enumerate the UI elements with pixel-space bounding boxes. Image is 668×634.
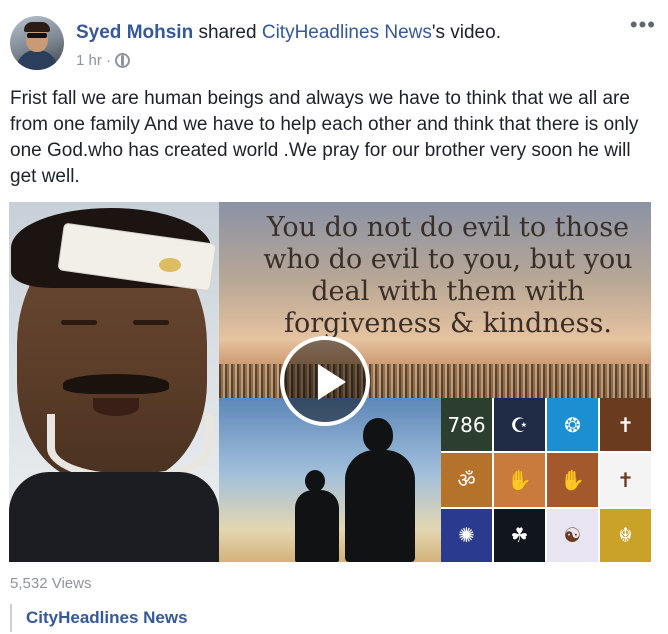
- collage-tile: ☪: [494, 398, 545, 452]
- globe-icon[interactable]: [115, 53, 131, 68]
- thumb-eye-left: [61, 320, 97, 325]
- thumb-shirt: [9, 472, 219, 562]
- view-count: 5,532 Views: [10, 575, 92, 592]
- thumb-eye-right: [133, 320, 169, 325]
- feed-post: Syed Mohsin shared CityHeadlines News's …: [0, 0, 668, 634]
- shared-suffix-text: 's video.: [431, 22, 501, 43]
- collage-tile: ✝: [600, 453, 651, 507]
- child-silhouette-body: [295, 490, 339, 562]
- more-options-icon[interactable]: •••: [630, 12, 656, 38]
- collage-tile: ☯: [547, 508, 598, 562]
- collage-tile: ✺: [441, 508, 492, 562]
- author-avatar[interactable]: [10, 16, 64, 70]
- play-triangle: [318, 364, 346, 400]
- shared-action-text: shared: [193, 22, 262, 43]
- avatar-hair: [24, 22, 50, 32]
- thumb-bandage-stain: [159, 258, 181, 272]
- praying-figures: [289, 418, 429, 562]
- religious-symbols-collage: 786 ☪ ❂ ✝ ॐ ✋ ✋ ✝ ✺ ☘ ☯ ☬: [441, 398, 651, 562]
- post-meta: 1 hr ·: [76, 52, 131, 69]
- collage-tile: ❂: [547, 398, 598, 452]
- avatar-sunglasses: [27, 33, 47, 38]
- thumb-mustache: [63, 374, 169, 394]
- collage-tile: ✝: [600, 398, 651, 452]
- author-name-link[interactable]: Syed Mohsin: [76, 22, 193, 43]
- play-icon[interactable]: [280, 336, 370, 426]
- collage-tile: ॐ: [441, 453, 492, 507]
- collage-tile: 786: [441, 398, 492, 452]
- collage-tile: ☘: [494, 508, 545, 562]
- adult-silhouette-body: [345, 450, 415, 562]
- post-text: Frist fall we are human beings and alway…: [10, 88, 639, 187]
- avatar-body: [16, 50, 58, 70]
- post-timestamp[interactable]: 1 hr ·: [76, 52, 111, 69]
- child-silhouette-head: [305, 470, 325, 492]
- collage-tile: ☬: [600, 508, 651, 562]
- post-header: Syed Mohsin shared CityHeadlines News's …: [76, 22, 501, 44]
- video-thumbnail-injured-man: [9, 202, 219, 562]
- video-player[interactable]: You do not do evil to those who do evil …: [9, 202, 651, 562]
- quote-text: You do not do evil to those who do evil …: [263, 212, 633, 339]
- collage-tile: ✋: [494, 453, 545, 507]
- source-page-link[interactable]: CityHeadlines News: [10, 604, 188, 632]
- adult-silhouette-head: [363, 418, 393, 452]
- shared-page-link[interactable]: CityHeadlines News: [262, 22, 432, 43]
- collage-tile: ✋: [547, 453, 598, 507]
